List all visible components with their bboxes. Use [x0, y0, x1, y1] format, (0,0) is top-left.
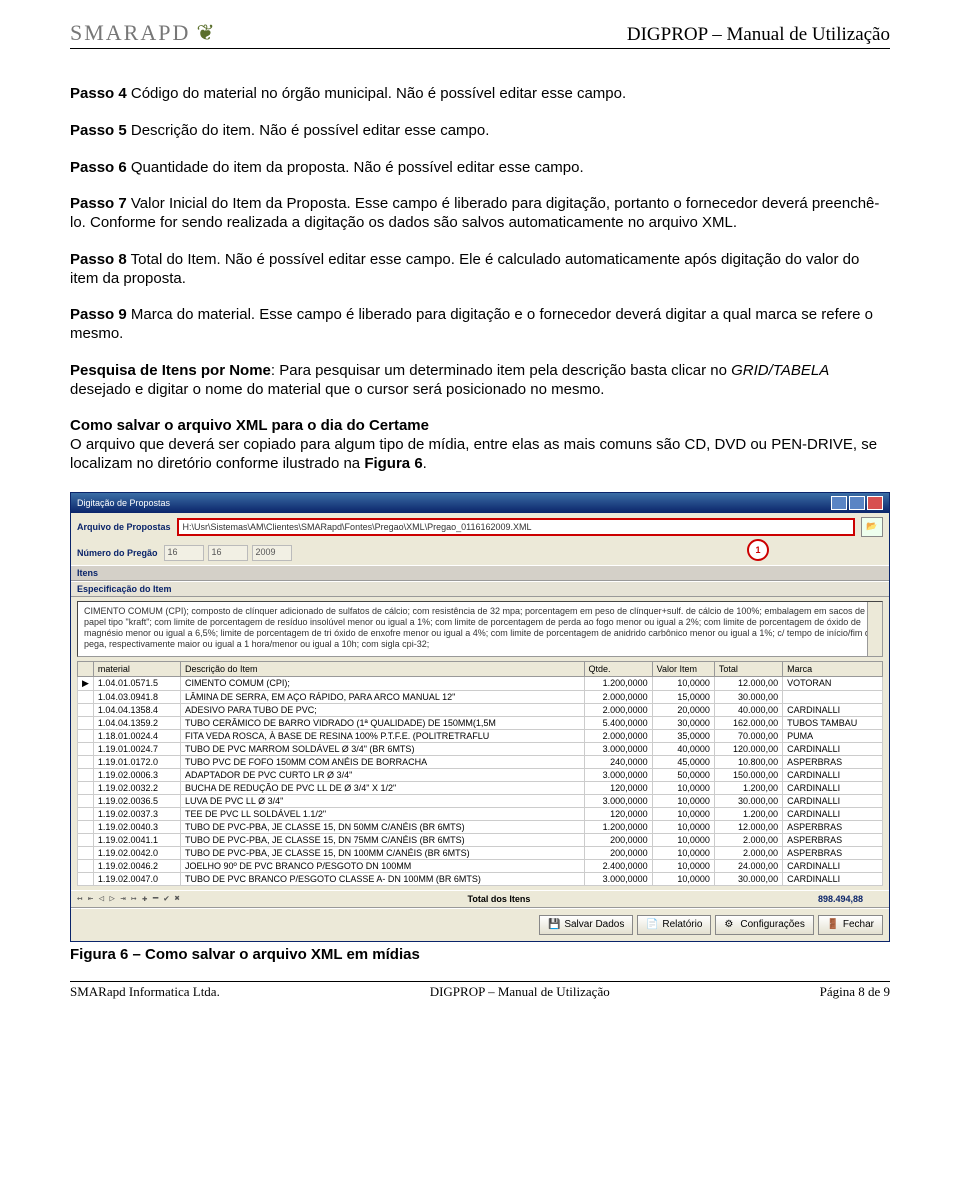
doc-title: DIGPROP – Manual de Utilização — [627, 24, 890, 46]
table-row[interactable]: 1.19.02.0040.3TUBO DE PVC-PBA, JE CLASSE… — [78, 820, 883, 833]
p7-lead: Pesquisa de Itens por Nome — [70, 362, 271, 379]
items-table: materialDescrição do ItemQtde.Valor Item… — [77, 661, 883, 886]
report-icon: 📄 — [646, 919, 658, 931]
table-row[interactable]: 1.18.01.0024.4FITA VEDA ROSCA, À BASE DE… — [78, 729, 883, 742]
callout-1: 1 — [747, 539, 769, 561]
table-row[interactable]: 1.19.02.0047.0TUBO DE PVC BRANCO P/ESGOT… — [78, 872, 883, 885]
nav-bar: ↤ ⇤ ◁ ▷ ⇥ ↦ ✚ ━ ✔ ✖ Total dos Itens 898.… — [71, 890, 889, 908]
table-row[interactable]: 1.04.03.0941.8LÂMINA DE SERRA, EM AÇO RÁ… — [78, 690, 883, 703]
numero-label: Número do Pregão — [77, 548, 158, 558]
numero-box-3[interactable]: 2009 — [252, 545, 292, 561]
relatorio-label: Relatório — [662, 919, 702, 930]
exit-icon: 🚪 — [827, 919, 839, 931]
screenshot-window: Digitação de Propostas Arquivo de Propos… — [70, 492, 890, 942]
p8-boldtail: Figura 6 — [364, 455, 422, 472]
espec-header: Especificação do Item — [71, 581, 889, 597]
footer-right: Página 8 de 9 — [820, 984, 890, 1000]
numero-box-2[interactable]: 16 — [208, 545, 248, 561]
fechar-button[interactable]: 🚪 Fechar — [818, 915, 883, 935]
figure-caption: Figura 6 – Como salvar o arquivo XML em … — [70, 946, 890, 963]
col-header[interactable]: Valor Item — [652, 661, 714, 676]
salvar-button[interactable]: 💾 Salvar Dados — [539, 915, 633, 935]
p3-lead: Passo 6 — [70, 159, 127, 176]
logo-text: SMARAPD — [70, 20, 190, 46]
page-header: SMARAPD ❦ DIGPROP – Manual de Utilização — [70, 20, 890, 49]
open-file-button[interactable]: 📂 — [861, 517, 883, 537]
col-header[interactable]: Qtde. — [584, 661, 652, 676]
col-header[interactable]: material — [93, 661, 180, 676]
close-icon[interactable] — [867, 496, 883, 510]
p6-lead: Passo 9 — [70, 306, 127, 323]
table-row[interactable]: 1.04.04.1359.2TUBO CERÂMICO DE BARRO VID… — [78, 716, 883, 729]
table-row[interactable]: 1.19.02.0042.0TUBO DE PVC-PBA, JE CLASSE… — [78, 846, 883, 859]
table-row[interactable]: 1.04.04.1358.4ADESIVO PARA TUBO DE PVC;2… — [78, 703, 883, 716]
folder-icon: 📂 — [866, 521, 877, 532]
leaf-icon: ❦ — [196, 20, 214, 46]
gear-icon: ⚙ — [724, 919, 736, 931]
window-title: Digitação de Propostas — [77, 498, 170, 508]
relatorio-button[interactable]: 📄 Relatório — [637, 915, 711, 935]
p4-text: Valor Inicial do Item da Proposta. Esse … — [70, 195, 879, 231]
numero-box-1[interactable]: 16 — [164, 545, 204, 561]
arquivo-label: Arquivo de Propostas — [77, 522, 171, 532]
numero-row: Número do Pregão 16 16 2009 1 — [71, 541, 889, 565]
p6-text: Marca do material. Esse campo é liberado… — [70, 306, 873, 342]
page-footer: SMARapd Informatica Ltda. DIGPROP – Manu… — [70, 981, 890, 1000]
body: Passo 4 Código do material no órgão muni… — [70, 85, 890, 474]
table-row[interactable]: 1.19.02.0041.1TUBO DE PVC-PBA, JE CLASSE… — [78, 833, 883, 846]
p8-end: . — [423, 455, 427, 472]
p3-text: Quantidade do item da proposta. Não é po… — [127, 159, 584, 176]
p7-text: : Para pesquisar um determinado item pel… — [271, 362, 731, 379]
itens-header: Itens — [71, 565, 889, 581]
config-button[interactable]: ⚙ Configurações — [715, 915, 813, 935]
logo: SMARAPD ❦ — [70, 20, 215, 46]
p2-text: Descrição do item. Não é possível editar… — [127, 122, 490, 139]
table-row[interactable]: 1.19.01.0024.7TUBO DE PVC MARROM SOLDÁVE… — [78, 742, 883, 755]
table-row[interactable]: 1.19.02.0036.5LUVA DE PVC LL Ø 3/4"3.000… — [78, 794, 883, 807]
espec-box: CIMENTO COMUM (CPI); composto de clínque… — [77, 601, 883, 657]
maximize-icon[interactable] — [849, 496, 865, 510]
col-header[interactable]: Total — [714, 661, 782, 676]
minimize-icon[interactable] — [831, 496, 847, 510]
p8-heading: Como salvar o arquivo XML para o dia do … — [70, 417, 890, 436]
table-row[interactable]: 1.19.02.0032.2BUCHA DE REDUÇÃO DE PVC LL… — [78, 781, 883, 794]
table-row[interactable]: 1.19.02.0046.2JOELHO 90º DE PVC BRANCO P… — [78, 859, 883, 872]
footer-center: DIGPROP – Manual de Utilização — [430, 984, 610, 1000]
col-header[interactable]: Marca — [783, 661, 883, 676]
window-titlebar: Digitação de Propostas — [71, 493, 889, 513]
table-row[interactable]: 1.19.02.0037.3TEE DE PVC LL SOLDÁVEL 1.1… — [78, 807, 883, 820]
fechar-label: Fechar — [843, 919, 874, 930]
espec-text: CIMENTO COMUM (CPI); composto de clínque… — [84, 606, 875, 650]
nav-glyphs[interactable]: ↤ ⇤ ◁ ▷ ⇥ ↦ ✚ ━ ✔ ✖ — [77, 894, 180, 904]
config-label: Configurações — [740, 919, 804, 930]
arquivo-path-input[interactable]: H:\Usr\Sistemas\AM\Clientes\SMARapd\Font… — [177, 518, 855, 536]
scrollbar[interactable] — [867, 602, 882, 656]
p5-lead: Passo 8 — [70, 251, 127, 268]
p5-text: Total do Item. Não é possível editar ess… — [70, 251, 859, 287]
table-row[interactable]: 1.19.02.0006.3ADAPTADOR DE PVC CURTO LR … — [78, 768, 883, 781]
bottom-bar: 💾Salvar Dados 📄Relatório ⚙Configurações … — [71, 908, 889, 941]
p4-lead: Passo 7 — [70, 195, 127, 212]
salvar-label: Salvar Dados — [564, 919, 624, 930]
p1-lead: Passo 4 — [70, 85, 127, 102]
p7-tail: desejado e digitar o nome do material qu… — [70, 381, 604, 398]
p1-text: Código do material no órgão municipal. N… — [127, 85, 626, 102]
p2-lead: Passo 5 — [70, 122, 127, 139]
total-label: Total dos Itens — [468, 894, 531, 904]
p8-text: O arquivo que deverá ser copiado para al… — [70, 436, 877, 472]
table-row[interactable]: 1.19.01.0172.0TUBO PVC DE FOFO 150MM COM… — [78, 755, 883, 768]
arquivo-row: Arquivo de Propostas H:\Usr\Sistemas\AM\… — [71, 513, 889, 541]
footer-left: SMARapd Informatica Ltda. — [70, 984, 220, 1000]
col-header[interactable]: Descrição do Item — [181, 661, 584, 676]
p7-italic: GRID/TABELA — [731, 362, 829, 379]
total-value: 898.494,88 — [818, 894, 883, 904]
table-row[interactable]: ▶1.04.01.0571.5CIMENTO COMUM (CPI);1.200… — [78, 676, 883, 690]
nav-buttons[interactable]: ↤ ⇤ ◁ ▷ ⇥ ↦ ✚ ━ ✔ ✖ — [77, 894, 180, 904]
save-icon: 💾 — [548, 919, 560, 931]
